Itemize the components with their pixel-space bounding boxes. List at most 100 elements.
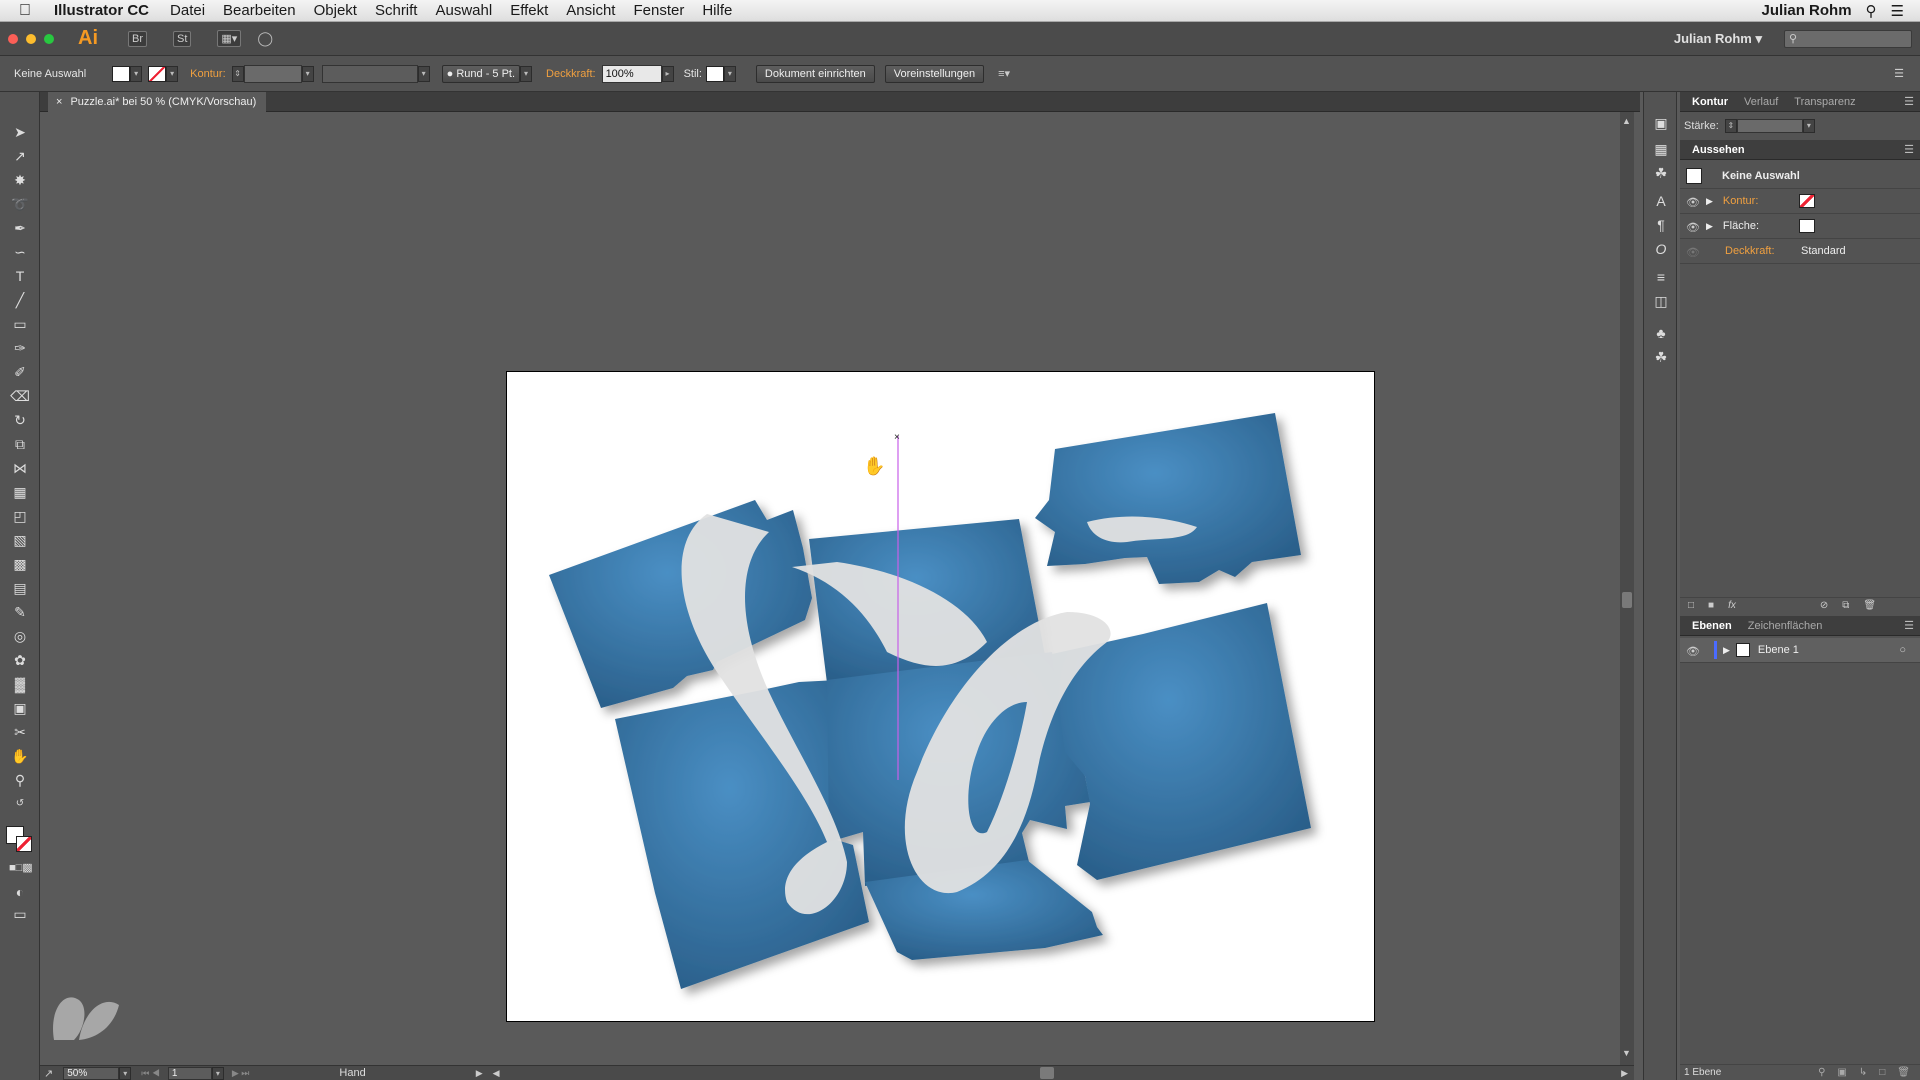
add-new-fill-icon[interactable]: ■ — [1708, 600, 1714, 611]
menu-schrift[interactable]: Schrift — [366, 2, 427, 19]
graphic-styles-icon[interactable]: ☘ — [1652, 348, 1670, 366]
menu-datei[interactable]: Datei — [161, 2, 214, 19]
type-tool-icon[interactable]: T — [9, 266, 31, 286]
gradient-tool-icon[interactable]: ▤ — [9, 578, 31, 598]
menubar-user[interactable]: Julian Rohm — [1762, 2, 1852, 19]
appearance-row-kontur[interactable]: 👁 ▶ Kontur: — [1680, 189, 1920, 214]
brushes-icon[interactable]: ☘ — [1652, 164, 1670, 182]
stroke-swatch[interactable] — [148, 65, 167, 82]
swatches-icon[interactable]: ▦ — [1652, 140, 1670, 158]
opacity-field[interactable]: 100% — [601, 64, 662, 83]
column-graph-tool-icon[interactable]: ▓ — [9, 674, 31, 694]
delete-item-icon[interactable]: 🗑 — [1863, 600, 1876, 611]
variable-width-dropdown[interactable]: ▾ — [417, 65, 430, 82]
gpu-performance-icon[interactable]: ◯ — [257, 30, 273, 47]
delete-layer-icon[interactable]: 🗑 — [1897, 1067, 1910, 1078]
appearance-row-flaeche[interactable]: 👁 ▶ Fläche: — [1680, 214, 1920, 239]
zoom-window-button[interactable] — [44, 33, 54, 44]
apple-icon[interactable]:  — [0, 2, 50, 20]
appearance-fill-swatch[interactable] — [1798, 219, 1815, 233]
layer-expand-icon[interactable]: ▶ — [1723, 645, 1730, 656]
menu-auswahl[interactable]: Auswahl — [426, 2, 501, 19]
drawing-mode-icon[interactable]: ◐ — [9, 882, 31, 902]
document-setup-button[interactable]: Dokument einrichten — [755, 64, 875, 83]
align-icon[interactable]: ≡ — [1652, 268, 1670, 286]
stroke-swatch-control[interactable]: ▾ — [148, 65, 179, 82]
graphic-style-swatch[interactable] — [705, 65, 724, 82]
stroke-weight-dropdown[interactable]: ▾ — [301, 65, 314, 82]
pathfinder-icon[interactable]: ◫ — [1652, 292, 1670, 310]
control-panel-menu-icon[interactable]: ☰ — [1894, 67, 1904, 80]
scroll-down-icon[interactable]: ▼ — [1622, 1048, 1631, 1058]
appearance-stroke-swatch[interactable] — [1798, 194, 1815, 208]
fill-swatch-control[interactable]: ▾ — [112, 65, 143, 82]
close-tab-icon[interactable]: × — [56, 96, 62, 108]
tab-aussehen[interactable]: Aussehen — [1684, 144, 1753, 156]
magic-wand-tool-icon[interactable]: ✸ — [9, 170, 31, 190]
symbol-sprayer-tool-icon[interactable]: ✿ — [9, 650, 31, 670]
panel-stroke-weight-dropdown[interactable]: ▾ — [1802, 119, 1815, 133]
swap-fill-stroke-icon[interactable]: ↺ — [9, 794, 31, 814]
tab-kontur[interactable]: Kontur — [1684, 96, 1736, 108]
artboard[interactable]: × ✋ — [506, 371, 1375, 1022]
horizontal-scroll-thumb[interactable] — [1039, 1067, 1054, 1079]
menu-fenster[interactable]: Fenster — [624, 2, 693, 19]
visibility-eye-icon[interactable]: 👁 — [1686, 196, 1700, 209]
tab-zeichenflaechen[interactable]: Zeichenflächen — [1740, 620, 1831, 632]
graphic-style-dropdown[interactable]: ▾ — [723, 65, 736, 82]
appearance-kontur-label[interactable]: Kontur: — [1723, 195, 1799, 207]
canvas-area[interactable]: × ✋ — [40, 112, 1623, 1065]
fill-swatch[interactable] — [112, 65, 131, 82]
rotate-tool-icon[interactable]: ↻ — [9, 410, 31, 430]
tab-verlauf[interactable]: Verlauf — [1736, 96, 1786, 108]
bridge-button[interactable]: Br — [128, 30, 147, 47]
character-icon[interactable]: A — [1652, 192, 1670, 210]
layer-row[interactable]: 👁 ▶ Ebene 1 ○ — [1680, 638, 1920, 663]
screen-mode-icon[interactable]: ▭ — [9, 904, 31, 924]
arrange-documents-button[interactable]: ▦▾ — [217, 30, 242, 47]
share-icon[interactable]: ↗ — [44, 1067, 53, 1080]
menu-bearbeiten[interactable]: Bearbeiten — [214, 2, 305, 19]
artboard-number-field[interactable]: 1 — [167, 1066, 212, 1080]
hand-tool-icon[interactable]: ✋ — [9, 746, 31, 766]
workspace-switcher[interactable]: Julian Rohm ▾ — [1674, 31, 1762, 47]
clear-appearance-icon[interactable]: ⊘ — [1820, 600, 1828, 611]
fill-dropdown[interactable]: ▾ — [130, 65, 143, 82]
direct-selection-tool-icon[interactable]: ↗ — [9, 146, 31, 166]
shape-builder-tool-icon[interactable]: ◰ — [9, 506, 31, 526]
slice-tool-icon[interactable]: ✂ — [9, 722, 31, 742]
scale-tool-icon[interactable]: ⧉ — [9, 434, 31, 454]
color-mode-buttons-icon[interactable]: ■□▩ — [9, 858, 33, 878]
stock-button[interactable]: St — [173, 30, 192, 47]
free-transform-tool-icon[interactable]: ▦ — [9, 482, 31, 502]
menu-hilfe[interactable]: Hilfe — [693, 2, 741, 19]
add-new-stroke-icon[interactable]: □ — [1688, 600, 1694, 611]
selection-tool-icon[interactable]: ➤ — [9, 122, 31, 142]
align-options-icon[interactable]: ≡▾ — [998, 67, 1010, 80]
puzzle-artwork[interactable]: × ✋ — [507, 372, 1375, 1022]
visibility-eye-icon[interactable]: 👁 — [1686, 221, 1700, 234]
artboard-tool-icon[interactable]: ▣ — [9, 698, 31, 718]
stroke-dropdown[interactable]: ▾ — [166, 65, 179, 82]
visibility-eye-icon[interactable]: 👁 — [1686, 246, 1700, 259]
eyedropper-tool-icon[interactable]: ✎ — [9, 602, 31, 622]
menu-objekt[interactable]: Objekt — [305, 2, 366, 19]
zoom-dropdown[interactable]: ▾ — [119, 1066, 132, 1080]
preferences-button[interactable]: Voreinstellungen — [884, 64, 985, 83]
curvature-tool-icon[interactable]: ∽ — [9, 242, 31, 262]
opacity-label[interactable]: Deckkraft: — [546, 68, 596, 80]
blob-brush-tool-icon[interactable]: ✐ — [9, 362, 31, 382]
stroke-color-box[interactable] — [16, 836, 32, 852]
menu-effekt[interactable]: Effekt — [501, 2, 557, 19]
appearance-deckkraft-label[interactable]: Deckkraft: — [1725, 245, 1801, 257]
brush-definition-field[interactable]: ● Rund - 5 Pt. — [441, 64, 521, 83]
menu-app-name[interactable]: Illustrator CC — [50, 2, 161, 19]
lasso-tool-icon[interactable]: ➰ — [9, 194, 31, 214]
layers-panel-menu-icon[interactable]: ☰ — [1904, 619, 1914, 632]
artboard-dropdown[interactable]: ▾ — [211, 1066, 224, 1080]
scroll-right-icon[interactable]: ▶ — [1621, 1068, 1628, 1079]
last-artboard-icon[interactable]: ▶ ⏭ — [232, 1068, 250, 1079]
stroke-panel-menu-icon[interactable]: ☰ — [1904, 95, 1914, 108]
new-sublayer-icon[interactable]: ↳ — [1859, 1067, 1867, 1078]
opacity-slider-toggle[interactable]: ▸ — [661, 65, 674, 82]
